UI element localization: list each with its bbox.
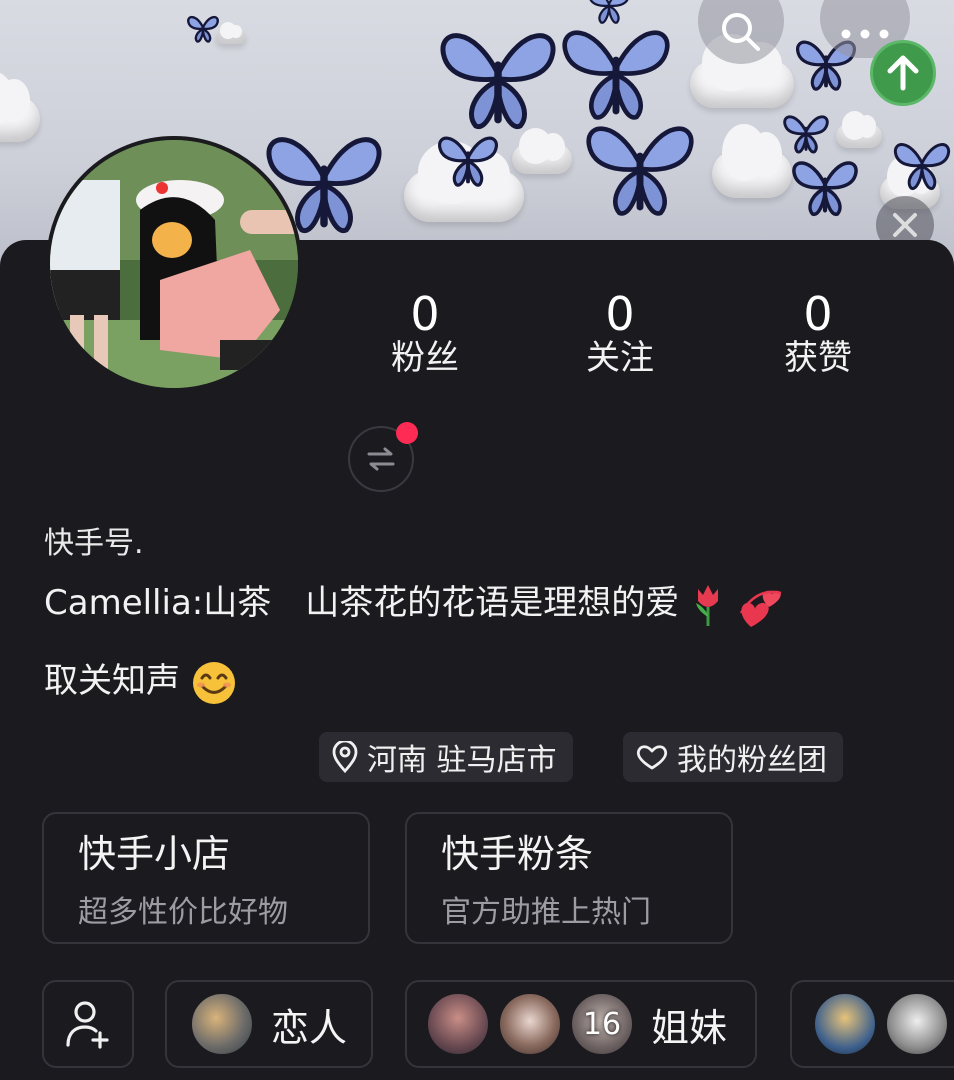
fans-count: 0 [410, 287, 440, 341]
following-count: 0 [605, 287, 635, 341]
cover-cloud [512, 127, 572, 174]
smiling-face-emoji-icon [192, 661, 235, 704]
sister-avatar [425, 991, 491, 1057]
butterfly-decoration [440, 33, 556, 129]
bio-line-1: Camellia:山茶 山茶花的花语是理想的爱 [44, 578, 924, 628]
relation-lovers-chip[interactable]: 恋人 [165, 980, 373, 1068]
butterfly-decoration [783, 115, 829, 154]
upload-button[interactable] [870, 40, 936, 106]
switch-account-icon [367, 447, 395, 471]
stat-following[interactable]: 0 关注 [545, 290, 695, 378]
friend-avatar [884, 991, 950, 1057]
following-label: 关注 [586, 338, 654, 378]
card-subtitle: 官方助推上热门 [441, 895, 651, 930]
sister-avatar-more: 16 [569, 991, 635, 1057]
close-icon [893, 213, 917, 237]
bio-text-2: 取关知声 [44, 661, 180, 701]
card-title: 快手小店 [78, 832, 231, 876]
cover-cloud [216, 22, 246, 44]
relation-sisters-chip[interactable]: 16 姐妹 [405, 980, 757, 1068]
avatar[interactable] [46, 136, 302, 392]
more-icon [841, 29, 889, 39]
fan-group-tag[interactable]: 我的粉丝团 [623, 732, 843, 782]
sister-avatar [497, 991, 563, 1057]
butterfly-decoration [562, 30, 670, 120]
butterfly-decoration [438, 136, 498, 187]
stat-likes[interactable]: 0 获赞 [743, 290, 893, 378]
cover-cloud [0, 70, 40, 142]
location-tag[interactable]: 河南 驻马店市 [319, 732, 573, 782]
location-pin-icon [332, 741, 358, 773]
fans-label: 粉丝 [391, 338, 459, 378]
bio-line-2: 取关知声 [44, 656, 924, 706]
sisters-count: 16 [582, 1006, 622, 1042]
add-relation-button[interactable] [42, 980, 134, 1068]
add-user-icon [66, 1001, 109, 1049]
cover-cloud [836, 110, 882, 148]
search-icon [722, 13, 760, 51]
kuaishou-promote-card[interactable]: 快手粉条 官方助推上热门 [405, 812, 733, 944]
bio: Camellia:山茶 山茶花的花语是理想的爱 取关知声 [44, 578, 924, 706]
lover-avatar [189, 991, 255, 1057]
stat-fans[interactable]: 0 粉丝 [350, 290, 500, 378]
notification-dot [396, 422, 418, 444]
butterfly-decoration [589, 0, 629, 24]
fan-group-text: 我的粉丝团 [677, 743, 827, 778]
tulip-emoji-icon [696, 584, 719, 626]
likes-label: 获赞 [784, 338, 852, 378]
butterfly-decoration [187, 16, 219, 43]
avatar-photo [50, 140, 298, 388]
revolving-hearts-emoji-icon [739, 590, 782, 627]
cover-cloud [690, 33, 794, 108]
likes-count: 0 [803, 287, 833, 341]
heart-outline-icon [636, 745, 668, 770]
relation-more-chip[interactable] [790, 980, 954, 1068]
butterfly-decoration [894, 143, 950, 190]
bio-text-1: Camellia:山茶 山茶花的花语是理想的爱 [44, 583, 680, 623]
arrow-up-icon [887, 55, 919, 91]
friend-avatar [812, 991, 878, 1057]
kuaishou-shop-card[interactable]: 快手小店 超多性价比好物 [42, 812, 370, 944]
butterfly-decoration [792, 161, 858, 216]
location-text: 河南 驻马店市 [367, 743, 557, 778]
lovers-label: 恋人 [271, 1005, 348, 1050]
card-subtitle: 超多性价比好物 [78, 895, 288, 930]
cover-cloud [712, 123, 792, 198]
sisters-label: 姐妹 [651, 1005, 728, 1050]
card-title: 快手粉条 [441, 832, 594, 876]
butterfly-decoration [586, 126, 694, 216]
kuaishou-id: 快手号. [44, 526, 144, 561]
switch-account-button[interactable] [348, 422, 418, 492]
